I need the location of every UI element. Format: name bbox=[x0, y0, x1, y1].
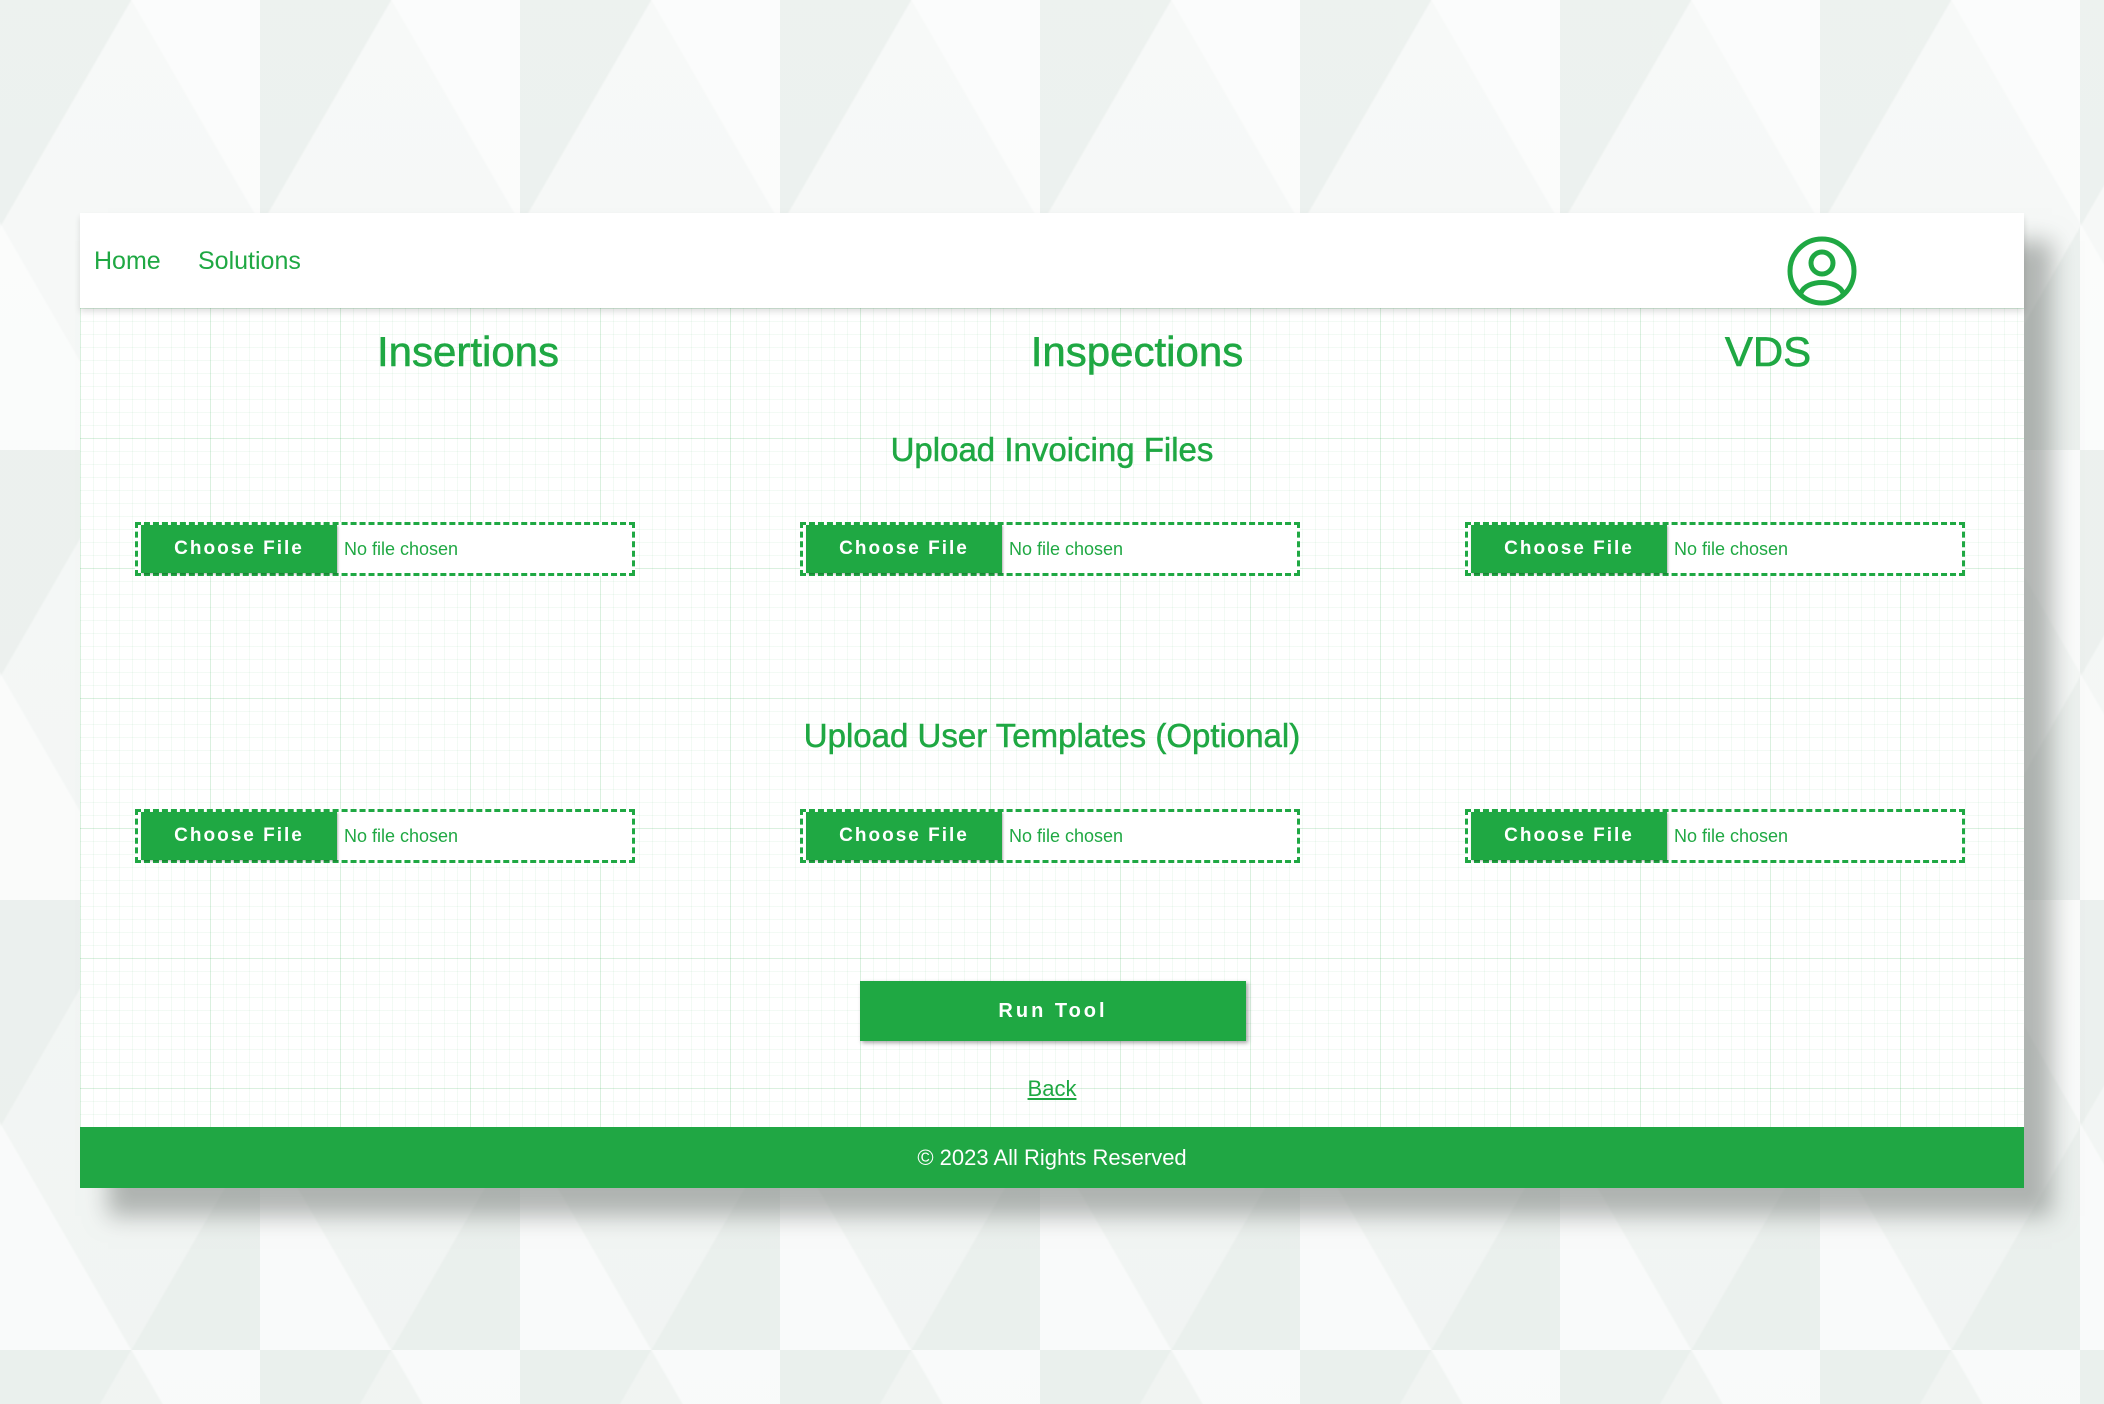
file-input-insertions-invoicing: Choose File No file chosen bbox=[135, 522, 635, 576]
app-card: Home Solutions Insertions Inspections VD… bbox=[80, 213, 2024, 1188]
file-input-inspections-invoicing: Choose File No file chosen bbox=[800, 522, 1300, 576]
nav-home-link[interactable]: Home bbox=[94, 247, 161, 276]
column-title-insertions: Insertions bbox=[376, 328, 560, 376]
invoicing-section-title: Upload Invoicing Files bbox=[890, 431, 1214, 469]
templates-section-title: Upload User Templates (Optional) bbox=[803, 717, 1301, 755]
file-status: No file chosen bbox=[1009, 825, 1124, 846]
nav-solutions-link[interactable]: Solutions bbox=[198, 247, 301, 276]
file-status: No file chosen bbox=[1009, 538, 1124, 559]
file-status: No file chosen bbox=[1674, 538, 1789, 559]
footer: © 2023 All Rights Reserved bbox=[80, 1127, 2024, 1188]
file-status: No file chosen bbox=[344, 825, 459, 846]
choose-file-button[interactable]: Choose File bbox=[141, 812, 337, 860]
choose-file-button[interactable]: Choose File bbox=[806, 525, 1002, 573]
back-link[interactable]: Back bbox=[80, 1076, 2024, 1102]
column-title-inspections: Inspections bbox=[1030, 328, 1244, 376]
choose-file-button[interactable]: Choose File bbox=[1471, 812, 1667, 860]
file-input-insertions-templates: Choose File No file chosen bbox=[135, 809, 635, 863]
file-status: No file chosen bbox=[344, 538, 459, 559]
column-title-vds: VDS bbox=[1724, 328, 1812, 376]
file-input-inspections-templates: Choose File No file chosen bbox=[800, 809, 1300, 863]
user-circle-icon[interactable] bbox=[1786, 235, 1858, 307]
top-navbar: Home Solutions bbox=[80, 213, 2024, 308]
copyright-text: © 2023 All Rights Reserved bbox=[917, 1144, 1187, 1170]
file-status: No file chosen bbox=[1674, 825, 1789, 846]
run-tool-button[interactable]: Run Tool bbox=[860, 981, 1246, 1041]
choose-file-button[interactable]: Choose File bbox=[141, 525, 337, 573]
file-input-vds-templates: Choose File No file chosen bbox=[1465, 809, 1965, 863]
choose-file-button[interactable]: Choose File bbox=[1471, 525, 1667, 573]
choose-file-button[interactable]: Choose File bbox=[806, 812, 1002, 860]
file-input-vds-invoicing: Choose File No file chosen bbox=[1465, 522, 1965, 576]
